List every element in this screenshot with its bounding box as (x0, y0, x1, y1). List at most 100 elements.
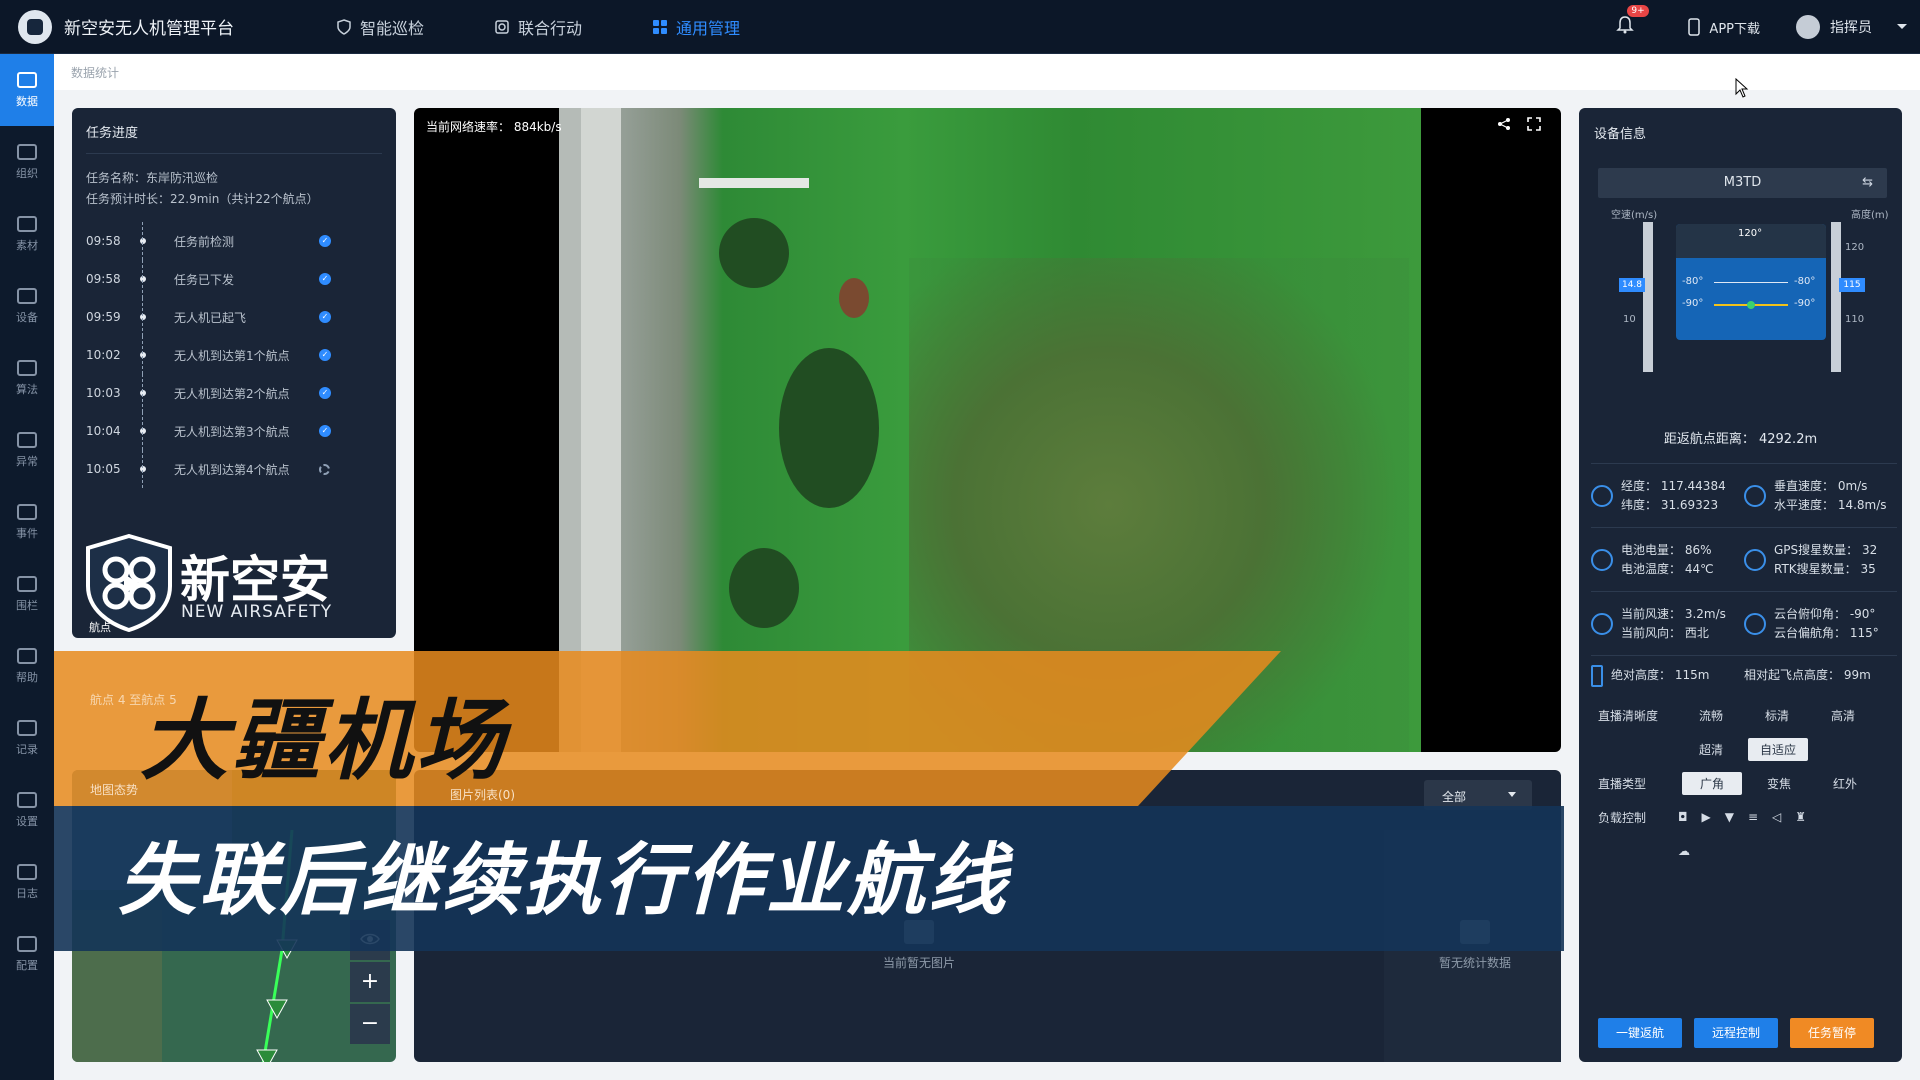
nav-smart-inspection[interactable]: 智能巡检 (336, 15, 424, 39)
user-name: 指挥员 (1830, 20, 1872, 36)
timeline-label: 无人机已起飞 (174, 310, 247, 325)
height-icon (1591, 664, 1603, 687)
sidebar-item-exception[interactable]: 异常 (0, 414, 54, 486)
clarity-option[interactable]: 标清 (1744, 707, 1810, 724)
main-content: 任务进度 任务名称：东岸防汛巡检 任务预计时长：22.9min（共计22个航点）… (54, 90, 1920, 1080)
pause-task-button[interactable]: 任务暂停 (1790, 1018, 1874, 1048)
sidebar-item-label: 记录 (16, 742, 38, 756)
timeline-time: 10:03 (86, 386, 121, 400)
brand-name-en: NEW AIRSAFETY (181, 602, 333, 622)
speaker-icon[interactable]: ◁ (1772, 810, 1781, 824)
timeline-dot (140, 260, 146, 298)
menu-icon[interactable]: ≡ (1748, 810, 1758, 824)
airspeed-value: 14.8 (1619, 278, 1645, 292)
zoom-out-button[interactable]: − (350, 1004, 390, 1044)
caption-subtitle: 失联后继续执行作业航线 (118, 836, 1010, 926)
folder-icon (17, 215, 37, 232)
sidebar-item-label: 配置 (16, 958, 38, 972)
sidebar-item-config[interactable]: 配置 (0, 918, 54, 990)
sidebar: 数据 组织 素材 设备 算法 异常 事件 围栏 帮助 记录 设置 日志 配置 (0, 54, 54, 1080)
fullscreen-icon[interactable] (1527, 117, 1541, 131)
clarity-option[interactable]: 超清 (1678, 741, 1744, 758)
app-title: 新空安无人机管理平台 (64, 19, 234, 39)
device-selector[interactable]: M3TD ⇆ (1598, 168, 1887, 198)
stream-type-label: 直播类型 (1598, 776, 1647, 791)
stream-option-selected[interactable]: 广角 (1682, 771, 1742, 795)
sidebar-item-log[interactable]: 日志 (0, 846, 54, 918)
app-logo[interactable] (18, 9, 52, 44)
nav-general-management[interactable]: 通用管理 (652, 15, 740, 39)
gimbal-icon (1744, 612, 1766, 635)
task-duration: 任务预计时长：22.9min（共计22个航点） (86, 192, 319, 206)
sidebar-item-event[interactable]: 事件 (0, 486, 54, 558)
zoom-in-button[interactable]: + (350, 962, 390, 1002)
wind-direction: 当前风向： 西北 (1621, 625, 1709, 640)
speed-metric: 垂直速度： 0m/s 水平速度： 14.8m/s (1744, 477, 1897, 515)
clarity-option-selected[interactable]: 自适应 (1748, 737, 1808, 761)
camera-icon[interactable]: ◘ (1678, 810, 1688, 824)
timeline-time: 10:02 (86, 348, 121, 362)
user-menu[interactable]: 指挥员 (1796, 15, 1908, 39)
battery-icon (1591, 548, 1613, 571)
nav-label: 联合行动 (518, 18, 583, 38)
video-icon[interactable]: ▶ (1702, 810, 1711, 824)
sidebar-item-help[interactable]: 帮助 (0, 630, 54, 702)
app-download-label: APP下载 (1709, 21, 1760, 37)
breadcrumb-item[interactable]: 数据统计 (71, 66, 119, 80)
altitude-label: 高度(m) (1851, 210, 1889, 221)
device-model: M3TD (1723, 175, 1762, 190)
sidebar-item-org[interactable]: 组织 (0, 126, 54, 198)
loading-icon (319, 463, 330, 475)
globe-icon (1591, 484, 1613, 507)
stream-options: 直播清晰度 流畅 标清 高清 超清 自适应 直播类型 广角 变焦 红外 负载控制… (1598, 698, 1888, 868)
empty-stats: 暂无统计数据 (1410, 920, 1540, 971)
photo-filter-select[interactable]: 全部 (1424, 780, 1532, 810)
light-icon[interactable]: ▼ (1725, 810, 1734, 824)
bell-icon (1616, 16, 1635, 34)
sidebar-item-label: 异常 (16, 454, 38, 468)
pitch-tick: -90° (1682, 298, 1704, 309)
timeline-dot (140, 374, 146, 412)
return-home-button[interactable]: 一键返航 (1598, 1018, 1682, 1048)
timeline-dot (140, 450, 146, 488)
device-icon (17, 287, 37, 304)
alt-tick: 110 (1845, 314, 1865, 325)
live-video[interactable]: 当前网络速率： 884kb/s (414, 108, 1561, 752)
stream-option[interactable]: 变焦 (1746, 775, 1812, 792)
remote-control-button[interactable]: 远程控制 (1694, 1018, 1778, 1048)
record-icon (17, 719, 37, 736)
phone-icon (1688, 18, 1701, 36)
timeline-item: 09:58 任务已下发 ✓ (86, 260, 382, 298)
sidebar-item-label: 组织 (16, 166, 38, 180)
stream-option[interactable]: 红外 (1812, 775, 1878, 792)
clarity-option[interactable]: 流畅 (1678, 707, 1744, 724)
timeline-time: 09:58 (86, 272, 121, 286)
org-icon (17, 143, 37, 160)
check-icon: ✓ (319, 311, 331, 323)
rtk-count: RTK搜星数量： 35 (1774, 561, 1876, 576)
share-icon[interactable] (1497, 117, 1511, 131)
device-info-card: 设备信息 M3TD ⇆ 空速(m/s) 高度(m) 14.8 115 10 120… (1579, 108, 1902, 1062)
clarity-option[interactable]: 高清 (1810, 707, 1876, 724)
timeline-time: 10:05 (86, 462, 121, 476)
sidebar-item-record[interactable]: 记录 (0, 702, 54, 774)
sidebar-item-settings[interactable]: 设置 (0, 774, 54, 846)
sidebar-item-label: 数据 (16, 94, 38, 108)
wind-icon (1591, 612, 1613, 635)
sidebar-item-device[interactable]: 设备 (0, 270, 54, 342)
brand-logo (86, 534, 172, 632)
event-icon (17, 503, 37, 520)
app-download-link[interactable]: APP下载 (1687, 18, 1760, 37)
sidebar-item-material[interactable]: 素材 (0, 198, 54, 270)
nav-joint-action[interactable]: 联合行动 (494, 15, 582, 39)
filter-value: 全部 (1442, 790, 1467, 804)
swap-icon[interactable]: ⇆ (1862, 168, 1873, 198)
sidebar-item-algorithm[interactable]: 算法 (0, 342, 54, 414)
alarm-icon[interactable]: ♜ (1795, 810, 1806, 824)
sidebar-item-fence[interactable]: 围栏 (0, 558, 54, 630)
notification-bell[interactable]: 9+ (1615, 5, 1649, 39)
alt-tick: 120 (1845, 242, 1865, 253)
payload-label: 负载控制 (1598, 810, 1647, 825)
sidebar-item-data[interactable]: 数据 (0, 54, 54, 126)
cloud-icon[interactable]: ☁ (1678, 844, 1690, 858)
